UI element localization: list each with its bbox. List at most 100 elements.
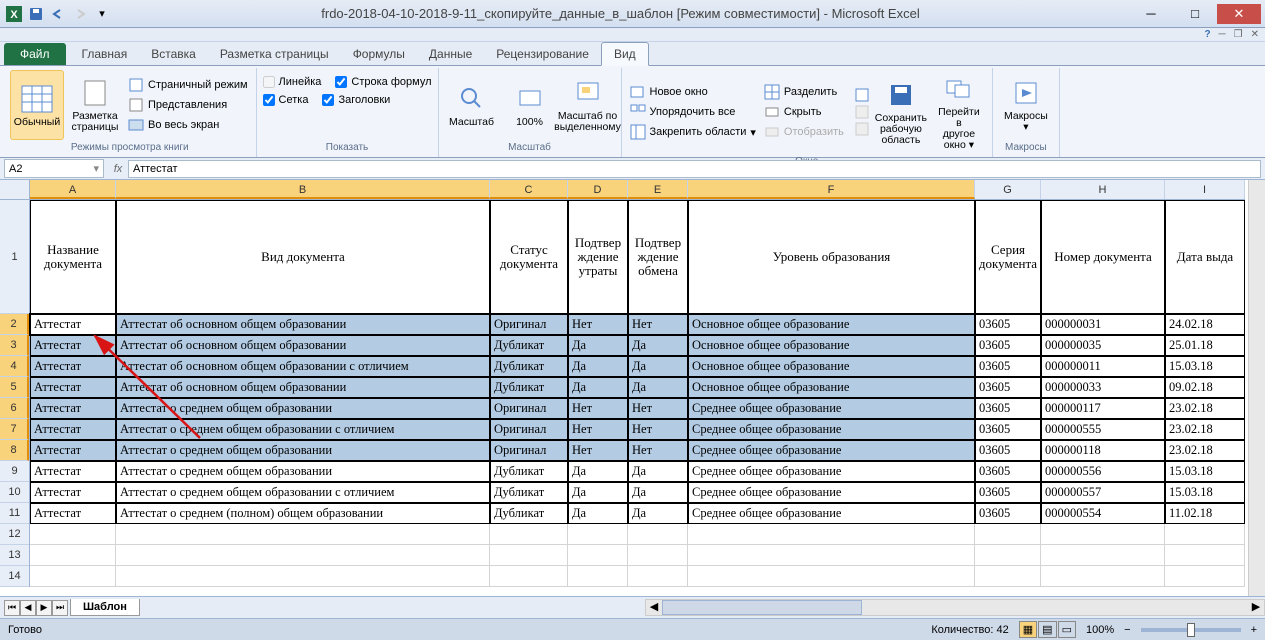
header-cell[interactable]: Название документа (30, 200, 116, 314)
cell[interactable]: 25.01.18 (1165, 335, 1245, 356)
chk-headings[interactable]: Заголовки (322, 94, 390, 106)
cell[interactable] (975, 566, 1041, 587)
cell[interactable]: 23.02.18 (1165, 440, 1245, 461)
row-header[interactable]: 14 (0, 566, 29, 587)
cell[interactable]: 03605 (975, 419, 1041, 440)
cell[interactable]: Да (628, 482, 688, 503)
cell[interactable]: 000000118 (1041, 440, 1165, 461)
cell[interactable]: Среднее общее образование (688, 461, 975, 482)
cell[interactable]: 000000556 (1041, 461, 1165, 482)
cell[interactable]: Аттестат о среднем общем образовании (116, 461, 490, 482)
col-header-D[interactable]: D (568, 180, 628, 199)
view-normal-icon[interactable]: ▦ (1019, 621, 1037, 638)
tab-home[interactable]: Главная (70, 43, 140, 65)
cell[interactable] (568, 566, 628, 587)
cell[interactable]: 03605 (975, 314, 1041, 335)
cell[interactable]: Аттестат об основном общем образовании (116, 314, 490, 335)
cell[interactable] (490, 545, 568, 566)
cell[interactable]: Аттестат о среднем общем образовании (116, 440, 490, 461)
cell[interactable]: 15.03.18 (1165, 356, 1245, 377)
cell[interactable]: 24.02.18 (1165, 314, 1245, 335)
cell[interactable]: Среднее общее образование (688, 398, 975, 419)
cell[interactable]: Дубликат (490, 356, 568, 377)
header-cell[interactable]: Дата выда (1165, 200, 1245, 314)
row-header[interactable]: 9 (0, 461, 29, 482)
unhide-button[interactable]: Отобразить (762, 123, 846, 141)
col-header-F[interactable]: F (688, 180, 975, 199)
row-headers[interactable]: 1234567891011121314 (0, 200, 30, 587)
tab-review[interactable]: Рецензирование (484, 43, 601, 65)
cell[interactable]: Среднее общее образование (688, 503, 975, 524)
cell[interactable]: 03605 (975, 440, 1041, 461)
cell[interactable]: Аттестат (30, 503, 116, 524)
cell[interactable]: Оригинал (490, 440, 568, 461)
cell[interactable]: Среднее общее образование (688, 440, 975, 461)
zoom-100-button[interactable]: 100% (503, 70, 557, 140)
cell[interactable]: Аттестат (30, 482, 116, 503)
cell[interactable]: Нет (568, 419, 628, 440)
row-header[interactable]: 4 (0, 356, 29, 377)
chk-gridlines[interactable]: Сетка (263, 94, 309, 106)
cell[interactable]: Нет (568, 314, 628, 335)
save-workspace-button[interactable]: Сохранить рабочую область (874, 70, 928, 154)
cell[interactable]: Нет (628, 419, 688, 440)
tab-view[interactable]: Вид (601, 42, 649, 66)
cell[interactable] (628, 545, 688, 566)
tab-next-icon[interactable]: ▶ (36, 600, 52, 616)
cell[interactable]: Да (628, 503, 688, 524)
cell[interactable]: Аттестат о среднем (полном) общем образо… (116, 503, 490, 524)
cell[interactable]: Основное общее образование (688, 314, 975, 335)
formula-input[interactable]: Аттестат (128, 160, 1261, 178)
cell[interactable]: Нет (568, 440, 628, 461)
cell[interactable]: 03605 (975, 377, 1041, 398)
sync3-icon[interactable] (854, 121, 870, 137)
tab-prev-icon[interactable]: ◀ (20, 600, 36, 616)
name-box[interactable]: A2▾ (4, 159, 104, 178)
row-header[interactable]: 11 (0, 503, 29, 524)
cell[interactable]: Аттестат об основном общем образовании (116, 335, 490, 356)
cell[interactable]: 000000554 (1041, 503, 1165, 524)
view-break-icon[interactable]: ▭ (1058, 621, 1076, 638)
cell[interactable]: Аттестат об основном общем образовании (116, 377, 490, 398)
cell[interactable]: Нет (628, 398, 688, 419)
cell[interactable]: Дубликат (490, 482, 568, 503)
qat-more-icon[interactable]: ▾ (92, 4, 112, 24)
cell[interactable]: Среднее общее образование (688, 419, 975, 440)
cell[interactable] (688, 566, 975, 587)
cell[interactable] (1041, 566, 1165, 587)
cell[interactable] (568, 545, 628, 566)
row-header[interactable]: 2 (0, 314, 29, 335)
row-header[interactable]: 3 (0, 335, 29, 356)
split-button[interactable]: Разделить (762, 83, 846, 101)
col-header-I[interactable]: I (1165, 180, 1245, 199)
cell[interactable]: Нет (628, 440, 688, 461)
cell[interactable]: 03605 (975, 356, 1041, 377)
cell[interactable] (1165, 545, 1245, 566)
cell[interactable]: Аттестат о среднем общем образовании (116, 398, 490, 419)
arrange-button[interactable]: Упорядочить все (628, 103, 758, 121)
cell[interactable] (116, 524, 490, 545)
cell[interactable]: 03605 (975, 398, 1041, 419)
file-tab[interactable]: Файл (4, 43, 66, 65)
redo-icon[interactable] (70, 4, 90, 24)
header-cell[interactable]: Вид документа (116, 200, 490, 314)
worksheet[interactable]: ABCDEFGHI 1234567891011121314 Название д… (0, 180, 1265, 596)
zoom-out-icon[interactable]: − (1124, 624, 1130, 636)
cell[interactable] (116, 545, 490, 566)
wb-minimize-icon[interactable]: ─ (1219, 29, 1226, 40)
view-page-break-button[interactable]: Страничный режим (126, 76, 250, 94)
cell[interactable]: Нет (628, 314, 688, 335)
cell[interactable] (30, 545, 116, 566)
header-cell[interactable]: Статус документа (490, 200, 568, 314)
cell[interactable]: Аттестат (30, 398, 116, 419)
sync2-icon[interactable] (854, 104, 870, 120)
cell[interactable]: 15.03.18 (1165, 461, 1245, 482)
cell[interactable] (688, 524, 975, 545)
cell[interactable]: 03605 (975, 461, 1041, 482)
cell[interactable]: Аттестат (30, 419, 116, 440)
cell[interactable]: Оригинал (490, 314, 568, 335)
cell[interactable]: Да (568, 482, 628, 503)
cell[interactable]: Да (568, 335, 628, 356)
wb-close-icon[interactable]: ✕ (1251, 29, 1259, 40)
cell[interactable]: Дубликат (490, 461, 568, 482)
